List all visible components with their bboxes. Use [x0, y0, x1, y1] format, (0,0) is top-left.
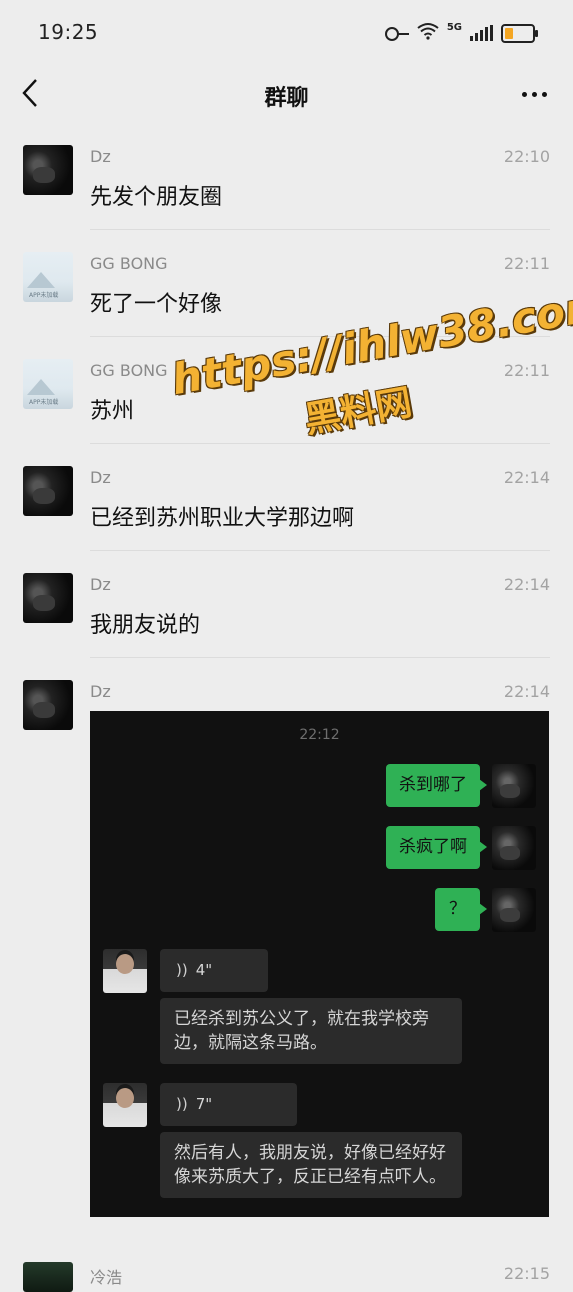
- outgoing-bubble: 杀疯了啊: [386, 826, 487, 869]
- page-title: 群聊: [264, 86, 309, 111]
- message-text: 我朋友说的: [90, 613, 201, 638]
- battery-icon: [501, 23, 538, 43]
- message-time: 22:15: [503, 1264, 550, 1283]
- avatar[interactable]: [23, 359, 73, 409]
- voice-message: )) 7": [160, 1083, 297, 1126]
- sender-name: Dz: [90, 575, 111, 594]
- message-text: 死了一个好像: [90, 292, 223, 317]
- voice-icon: )): [176, 1095, 188, 1113]
- nav-bar: 群聊: [0, 62, 573, 128]
- avatar[interactable]: [23, 252, 73, 302]
- avatar: [492, 888, 536, 932]
- signal-icon: [470, 25, 493, 41]
- avatar[interactable]: [23, 466, 73, 516]
- watermark-text: 黑料网: [301, 382, 416, 442]
- message-time: 22:11: [503, 361, 550, 380]
- avatar: [103, 1083, 147, 1127]
- voice-duration: 4": [195, 961, 213, 979]
- wifi-icon: [417, 22, 439, 44]
- sender-name: Dz: [90, 147, 111, 166]
- message-time: 22:14: [503, 468, 550, 487]
- status-bar: 19:25 5G: [0, 0, 573, 62]
- message-text: 先发个朋友圈: [90, 185, 223, 210]
- chat-timestamp: 22:12: [299, 727, 340, 743]
- voice-transcript: 然后有人，我朋友说，好像已经好好像来苏质大了，反正已经有点吓人。: [160, 1132, 462, 1198]
- divider: [90, 657, 550, 658]
- message-time: 22:14: [503, 682, 550, 701]
- message-time: 22:10: [503, 147, 550, 166]
- divider: [90, 550, 550, 551]
- status-icons: 5G: [384, 21, 538, 44]
- sender-name: Dz: [90, 682, 111, 701]
- avatar[interactable]: [23, 573, 73, 623]
- network-type: 5G: [446, 21, 462, 33]
- sender-name: 冷浩: [90, 1268, 123, 1287]
- avatar[interactable]: [23, 680, 73, 730]
- voice-duration: 7": [195, 1095, 213, 1113]
- sender-name: GG BONG: [90, 254, 168, 273]
- message-time: 22:11: [503, 254, 550, 273]
- voice-transcript: 已经杀到苏公义了，就在我学校旁边，就隔这条马路。: [160, 998, 462, 1064]
- sender-name: Dz: [90, 468, 111, 487]
- sender-name: GG BONG: [90, 361, 168, 380]
- avatar: [492, 826, 536, 870]
- outgoing-bubble: ？: [435, 888, 487, 931]
- key-icon: [384, 25, 409, 41]
- avatar: [492, 764, 536, 808]
- voice-message: )) 4": [160, 949, 268, 992]
- avatar[interactable]: [23, 145, 73, 195]
- outgoing-bubble: 杀到哪了: [386, 764, 487, 807]
- more-button[interactable]: [522, 92, 547, 97]
- message-time: 22:14: [503, 575, 550, 594]
- divider: [90, 229, 550, 230]
- status-time: 19:25: [38, 20, 99, 44]
- message-text: 苏州: [90, 399, 135, 424]
- voice-icon: )): [176, 961, 188, 979]
- divider: [90, 443, 550, 444]
- image-message[interactable]: 22:12 杀到哪了 杀疯了啊 ？ )) 4" 已经杀到苏公义了，就在我学校旁边，…: [90, 711, 549, 1217]
- message-text: 已经到苏州职业大学那边啊: [90, 506, 355, 531]
- avatar: [103, 949, 147, 993]
- avatar[interactable]: [23, 1262, 73, 1292]
